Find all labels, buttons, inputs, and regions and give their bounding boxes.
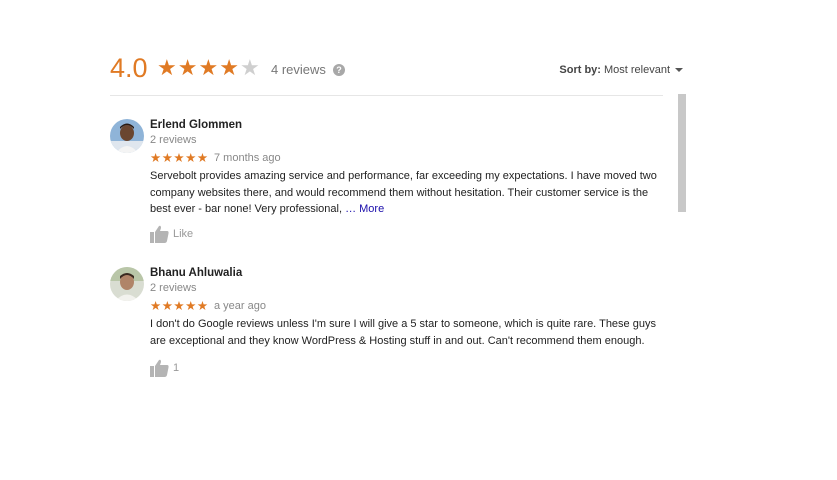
star-icon: ★ [198,55,220,80]
help-icon[interactable]: ? [333,64,345,76]
review-stars: ★★★★★ [150,299,209,313]
review-author[interactable]: Bhanu Ahluwalia [150,267,242,279]
author-review-count: 2 reviews [150,134,197,146]
divider [110,95,663,96]
review-text: I don't do Google reviews unless I'm sur… [150,318,656,347]
review-text-body: Servebolt provides amazing service and p… [150,170,657,215]
review-count[interactable]: 4 reviews [271,62,326,77]
review-date: a year ago [214,300,266,312]
more-link[interactable]: More [359,203,384,215]
star-icon: ★ [177,55,199,80]
review-date: 7 months ago [214,152,281,164]
scrollbar[interactable] [678,94,686,212]
star-empty-icon: ★ [239,55,261,80]
thumbs-up-icon [150,359,169,377]
like-button[interactable]: Like [150,225,193,243]
sort-label: Sort by: [559,64,601,76]
chevron-down-icon [675,68,683,73]
like-count: 1 [173,362,180,374]
review-text: Servebolt provides amazing service and p… [150,168,670,218]
review-stars: ★★★★★ [150,151,209,165]
like-label: Like [173,228,194,240]
like-button[interactable]: 1 [150,359,179,377]
review-item: Bhanu Ahluwalia 2 reviews ★★★★★ a year a… [110,267,670,387]
avatar[interactable] [110,267,144,301]
sort-dropdown[interactable]: Sort by: Most relevant [559,64,683,76]
rating-summary: 4.0 ★★★★★ 4 reviews ? Sort by: Most relev… [110,52,685,84]
review-item: Erlend Glommen 2 reviews ★★★★★ 7 months … [110,119,670,249]
ellipsis: … [345,203,357,215]
avatar[interactable] [110,119,144,153]
sort-value: Most relevant [603,64,670,76]
star-icon: ★ [219,55,240,80]
average-rating: 4.0 [110,53,148,83]
thumbs-up-icon [150,225,169,243]
author-review-count: 2 reviews [150,282,197,294]
average-rating-stars: ★★★★★ [157,54,261,82]
review-author[interactable]: Erlend Glommen [150,119,242,131]
star-icon: ★ [157,55,178,80]
